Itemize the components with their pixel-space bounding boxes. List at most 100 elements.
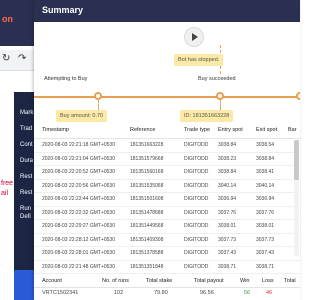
run-bot-button[interactable] [184,27,204,47]
column-header: Reference [130,127,156,133]
table-cell: 3038.84 [256,155,275,162]
table-cell: 2020-08-03 22:29:27 GMT+0530 [42,223,115,229]
table-row[interactable]: 2020-08-03 22:28:01 GMT+0530 181351378588… [34,247,300,261]
column-header: Account [42,278,62,284]
table-cell: 2020-08-03 22:20:52 GMT+0530 [42,169,115,175]
table-cell: 3040.14 [218,182,237,189]
table-cell: 3037.73 [256,236,275,243]
column-header: Win [240,278,250,284]
table-cell: 181351579668 [130,155,164,162]
table-row[interactable]: 2020-08-03 22:21:18 GMT+0530 181351663228… [34,139,300,153]
column-header: Total payout [194,278,224,284]
redo-icon[interactable]: ↷ [18,53,26,64]
settings-label: Cont [20,142,33,148]
table-row[interactable]: 2020-08-03 22:22:32 GMT+0530 181351478688… [34,207,300,220]
table-cell: 2020-08-03 22:28:12 GMT+0530 [42,236,115,243]
table-row[interactable]: 2020-08-03 22:22:44 GMT+0530 181351501608… [34,193,300,207]
table-cell: 181351535068 [130,182,164,189]
table-cell: DIGITODD [184,250,209,256]
table-cell: 181351449568 [130,223,164,229]
summary-header: Summary [34,0,300,22]
step-connector [220,66,222,74]
table-cell: 181351409308 [130,236,164,243]
table-scrollbar-thumb[interactable] [294,140,299,180]
table-row[interactable]: 2020-08-03 22:21:48 GMT+0530 181351351848… [34,261,300,274]
table-cell: DIGITODD [184,182,209,189]
table-cell: 181351478688 [130,209,164,216]
table-cell: 3038.01 [218,223,237,229]
table-row[interactable]: 2020-08-03 22:29:27 GMT+0530 181351449568… [34,220,300,234]
loss-value: 46 [266,290,273,296]
table-cell: 181351663228 [130,142,164,148]
table-cell: 3037.76 [218,209,237,216]
settings-label: Mark [20,110,34,116]
progress-track [34,96,300,98]
settings-label: Dura [20,158,34,164]
table-header: Timestamp Reference Trade type Entry spo… [34,124,300,139]
table-cell: 2020-08-03 22:21:04 GMT+0530 [42,155,115,162]
settings-label: Rest [20,190,33,196]
totals-header: Account No. of runs Total stake Total pa… [34,276,300,288]
table-cell: 3038.01 [256,223,275,229]
table-cell: DIGITODD [184,155,209,162]
contract-id-badge: ID: 181351663228 [180,110,234,122]
table-cell: 3038.71 [218,263,237,270]
column-header: Timestamp [42,127,69,133]
payout-value: 96.56 [200,290,214,296]
step-dot [296,92,300,100]
table-cell: DIGITODD [184,209,209,216]
table-cell: 3037.73 [218,236,237,243]
table-cell: 181351378588 [130,250,164,256]
step-connector [220,100,222,110]
column-header: Entry spot [218,127,243,133]
table-cell: 3036.94 [256,196,275,202]
settings-label: Trad [20,126,33,132]
column-header: Bar [288,127,297,133]
settings-label: Defi [20,214,31,220]
summary-window: Summary Bot has stopped. Attempting to B… [34,0,300,300]
win-value: 56 [244,290,251,296]
step-connector [98,100,100,110]
table-cell: 2020-08-03 22:28:01 GMT+0530 [42,250,115,256]
table-cell: 3038.84 [218,142,237,148]
summary-title: Summary [42,5,84,15]
promo-text-line: free [1,180,14,187]
table-cell: 3038.54 [256,142,275,148]
table-cell: 2020-08-03 22:20:56 GMT+0530 [42,182,115,189]
transactions-table: Timestamp Reference Trade type Entry spo… [34,124,300,274]
table-cell: 2020-08-03 22:22:44 GMT+0530 [42,196,115,202]
table-cell: 181351501608 [130,196,164,202]
column-header: Trade type [184,127,211,133]
account-value: VRTC1502341 [42,290,79,296]
stake-value: 79.80 [154,290,168,296]
table-cell: 181351560168 [130,169,164,175]
column-header: Total [284,278,296,284]
table-cell: 3036.94 [218,196,237,202]
table-cell: DIGITODD [184,223,209,229]
step-dot [94,92,102,100]
refresh-icon[interactable]: ↻ [2,53,10,64]
totals-table: Account No. of runs Total stake Total pa… [34,276,300,299]
table-cell: 3038.23 [218,155,237,162]
table-cell: DIGITODD [184,142,209,148]
app-logo: on [2,14,13,24]
table-cell: DIGITODD [184,196,209,202]
table-row[interactable]: 2020-08-03 22:20:52 GMT+0530 181351560168… [34,166,300,180]
runs-value: 102 [114,290,124,296]
table-row[interactable]: 2020-08-03 22:28:12 GMT+0530 181351409308… [34,234,300,247]
settings-label: Run [20,206,32,212]
step-connector [220,45,222,53]
table-cell: 3038.71 [256,263,275,270]
table-cell: 2020-08-03 22:22:32 GMT+0530 [42,209,115,216]
column-header: Total stake [146,278,173,284]
step-dot [216,92,224,100]
table-cell: 3037.43 [256,250,275,256]
table-row[interactable]: 2020-08-03 22:21:04 GMT+0530 181351579668… [34,153,300,166]
promo-text-line: ail [1,190,9,197]
table-cell: DIGITODD [184,236,209,243]
table-cell: 181351351848 [130,263,164,270]
table-cell: 2020-08-03 22:21:18 GMT+0530 [42,142,115,148]
column-header: Loss [262,278,274,284]
table-row[interactable]: 2020-08-03 22:20:56 GMT+0530 181351535068… [34,180,300,193]
table-cell: 3038.84 [218,169,237,175]
